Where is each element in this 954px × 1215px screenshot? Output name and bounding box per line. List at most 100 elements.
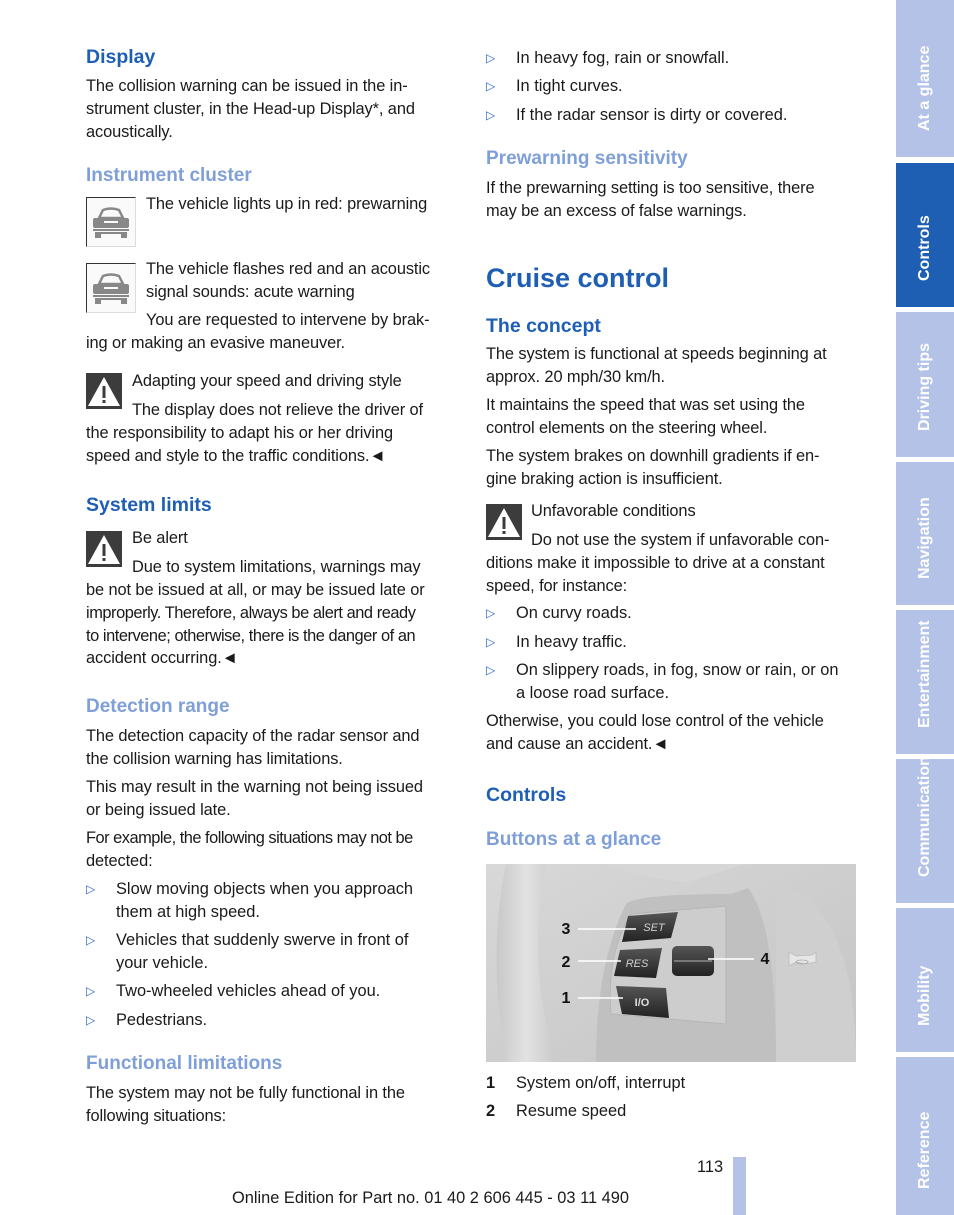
unfavorable-line-2: ditions make it impossible to drive at a…: [486, 554, 825, 572]
list-item-text: Two-wheeled vehicles ahead of you.: [116, 982, 381, 1000]
adapting-line-2: the responsibility to adapt his or her d…: [86, 424, 393, 442]
concept-para1-line-2: approx. 20 mph/30 km/h.: [486, 368, 666, 386]
concept-para3-line-2: gine braking action is insufficient.: [486, 470, 723, 488]
list-item-text: Vehicles that suddenly swerve in front o…: [116, 931, 409, 949]
be-alert-line-2: be not be issued at all, or may be issue…: [86, 581, 425, 599]
detection-para2-line-2: or being issued late.: [86, 801, 231, 819]
car-front-icon: [86, 197, 136, 247]
warning-title-adapting: Adapting your speed and driving style: [132, 372, 402, 390]
functional-line-1: The system may not be fully functional i…: [86, 1084, 405, 1102]
display-line-1: The collision warning can be issued in t…: [86, 77, 408, 95]
tab-label: Reference: [916, 1111, 933, 1189]
concept-para2-line-1: It maintains the speed that was set usin…: [486, 396, 805, 414]
set-button-label: SET: [643, 922, 666, 934]
intervene-line-2: ing or making an evasive maneuver.: [86, 334, 345, 352]
list-item-text: On slippery roads, in fog, snow or rain,…: [516, 661, 839, 679]
tab-reference[interactable]: Reference: [896, 1057, 954, 1215]
legend-number: 1: [486, 1074, 496, 1092]
bullet-triangle-icon: ▷: [86, 882, 96, 896]
warning-triangle-icon: [86, 531, 122, 567]
tab-label: Navigation: [916, 497, 933, 579]
tab-driving-tips[interactable]: Driving tips: [896, 312, 954, 457]
acute-warning-line-1: The vehicle flashes red and an acoustic: [146, 260, 431, 278]
subheading-prewarning-sensitivity: Prewarning sensitivity: [486, 148, 688, 169]
prewarning-line-2: may be an excess of false warnings.: [486, 202, 747, 220]
list-item-text: Pedestrians.: [116, 1011, 208, 1029]
be-alert-line-4: to intervene; otherwise, there is the da…: [86, 627, 416, 645]
steering-wheel-figure: SET RES I/O 3 2 1 4: [486, 864, 856, 1062]
tab-label: Mobility: [916, 965, 933, 1026]
car-front-icon: [86, 263, 136, 313]
section-heading-controls: Controls: [486, 784, 567, 806]
tab-communication[interactable]: Communication: [896, 756, 954, 903]
tab-label: Communication: [916, 756, 933, 877]
subheading-instrument-cluster: Instrument cluster: [86, 165, 252, 186]
list-item-text: In tight curves.: [516, 77, 623, 95]
tab-label: Driving tips: [916, 342, 933, 431]
closing-line-2: and cause an accident.◄: [486, 735, 669, 753]
intervene-line-1: You are requested to intervene by brak-: [146, 311, 430, 329]
detection-para1-line-2: the collision warning has limitations.: [86, 750, 343, 768]
display-line-3: acoustically.: [86, 123, 173, 141]
bullet-triangle-icon: ▷: [486, 635, 496, 649]
bullet-triangle-icon: ▷: [486, 51, 496, 65]
warning-title-unfavorable: Unfavorable conditions: [531, 502, 696, 520]
bullet-triangle-icon: ▷: [486, 108, 496, 122]
tab-controls[interactable]: Controls: [896, 163, 954, 307]
tab-navigation[interactable]: Navigation: [896, 462, 954, 605]
subheading-detection-range: Detection range: [86, 696, 230, 717]
bullet-triangle-icon: ▷: [486, 663, 496, 677]
bullet-triangle-icon: ▷: [86, 984, 96, 998]
be-alert-line-3: improperly. Therefore, always be alert a…: [86, 604, 416, 622]
list-item-text: a loose road surface.: [516, 684, 670, 702]
adapting-line-3: speed and style to the traffic condition…: [86, 447, 386, 465]
section-heading-system-limits: System limits: [86, 494, 212, 516]
detection-para3-line-1: For example, the following situations ma…: [86, 829, 413, 847]
detection-para1-line-1: The detection capacity of the radar sens…: [86, 727, 420, 745]
concept-para3-line-1: The system brakes on downhill gradients …: [486, 447, 820, 465]
unfavorable-line-1: Do not use the system if unfavorable con…: [531, 531, 830, 549]
page-number: 113: [697, 1158, 724, 1176]
steering-wheel-illustration: SET RES I/O 3 2 1 4: [486, 864, 856, 1062]
concept-para1-line-1: The system is functional at speeds begin…: [486, 345, 827, 363]
legend-item: 2 Resume speed: [486, 1100, 858, 1123]
be-alert-line-1: Due to system limitations, warnings may: [132, 558, 421, 576]
legend-number: 2: [486, 1102, 496, 1120]
be-alert-line-5: accident occurring.◄: [86, 649, 238, 667]
tab-mobility[interactable]: Mobility: [896, 908, 954, 1052]
prewarning-text: The vehicle lights up in red: prewarning: [146, 195, 428, 213]
legend-label: Resume speed: [516, 1102, 627, 1120]
tab-label: At a glance: [916, 45, 933, 131]
section-heading-the-concept: The concept: [486, 315, 601, 337]
warning-triangle-icon: [86, 373, 122, 409]
display-line-2: strument cluster, in the Head-up Display…: [86, 100, 415, 118]
unfavorable-line-3: speed, for instance:: [486, 577, 628, 595]
warning-triangle-icon: [486, 504, 522, 540]
subheading-buttons-at-a-glance: Buttons at a glance: [486, 829, 662, 850]
closing-line-1: Otherwise, you could lose control of the…: [486, 712, 824, 730]
bullet-triangle-icon: ▷: [86, 933, 96, 947]
list-item-text: If the radar sensor is dirty or covered.: [516, 106, 788, 124]
io-button-label: I/O: [635, 997, 650, 1009]
functional-line-2: following situations:: [86, 1107, 227, 1125]
legend-label: System on/off, interrupt: [516, 1074, 686, 1092]
tab-label: Entertainment: [916, 620, 933, 728]
callout-1: 1: [562, 990, 571, 1007]
page-marker-bar: [733, 1157, 746, 1215]
callout-2: 2: [562, 954, 571, 971]
legend-item: 1 System on/off, interrupt: [486, 1072, 858, 1095]
warning-title-be-alert: Be alert: [132, 529, 188, 547]
chapter-tabs: At a glance Controls Driving tips Naviga…: [896, 0, 954, 1215]
tab-entertainment[interactable]: Entertainment: [896, 610, 954, 754]
acute-warning-line-2: signal sounds: acute warning: [146, 283, 355, 301]
tab-label: Controls: [916, 215, 933, 281]
adapting-line-1: The display does not relieve the driver …: [132, 401, 423, 419]
list-item-text: On curvy roads.: [516, 604, 632, 622]
detection-para3-line-2: detected:: [86, 852, 153, 870]
prewarning-line-1: If the prewarning setting is too sensiti…: [486, 179, 815, 197]
list-item-text: In heavy fog, rain or snowfall.: [516, 49, 730, 67]
edition-footer: Online Edition for Part no. 01 40 2 606 …: [232, 1189, 629, 1207]
detection-para2-line-1: This may result in the warning not being…: [86, 778, 423, 796]
tab-at-a-glance[interactable]: At a glance: [896, 0, 954, 157]
bullet-triangle-icon: ▷: [486, 606, 496, 620]
